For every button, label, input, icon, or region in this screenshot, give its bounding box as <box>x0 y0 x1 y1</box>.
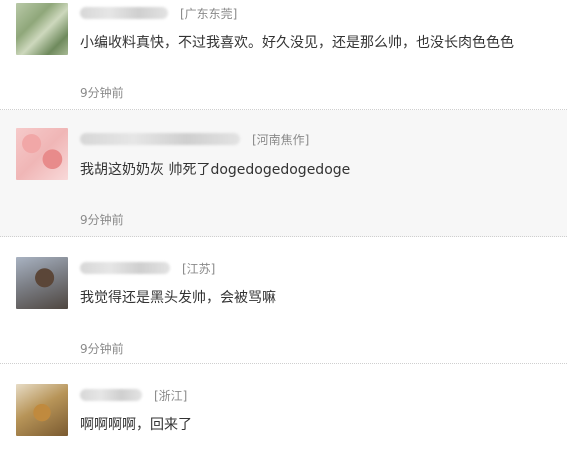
username-blurred[interactable] <box>80 262 170 274</box>
comment-time: 9分钟前 <box>80 86 124 100</box>
comment-item: [河南焦作] 我胡这奶奶灰 帅死了dogedogedogedoge 9分钟前 <box>0 110 567 237</box>
username-blurred[interactable] <box>80 133 240 145</box>
avatar[interactable] <box>16 128 68 180</box>
comment-text: 我胡这奶奶灰 帅死了dogedogedogedoge <box>80 162 351 178</box>
comment-time: 9分钟前 <box>80 213 124 227</box>
comment-text: 小编收料真快，不过我喜欢。好久没见，还是那么帅，也没长肉色色色 <box>80 35 514 51</box>
comment-header: [浙江] <box>80 387 187 403</box>
user-location: [浙江] <box>154 388 188 403</box>
comment-header: [江苏] <box>80 260 215 276</box>
comment-header: [广东东莞] <box>80 5 237 21</box>
comment-item: [江苏] 我觉得还是黑头发帅，会被骂嘛 9分钟前 <box>0 237 567 364</box>
avatar[interactable] <box>16 3 68 55</box>
comment-item: [浙江] 啊啊啊啊，回来了 <box>0 364 567 460</box>
avatar[interactable] <box>16 257 68 309</box>
user-location: [广东东莞] <box>180 6 238 21</box>
comment-text: 啊啊啊啊，回来了 <box>80 417 192 433</box>
comment-header: [河南焦作] <box>80 131 309 147</box>
username-blurred[interactable] <box>80 389 142 401</box>
user-location: [河南焦作] <box>252 132 310 147</box>
comment-time: 9分钟前 <box>80 342 124 356</box>
comment-text: 我觉得还是黑头发帅，会被骂嘛 <box>80 290 276 306</box>
user-location: [江苏] <box>182 261 216 276</box>
comment-item: [广东东莞] 小编收料真快，不过我喜欢。好久没见，还是那么帅，也没长肉色色色 9… <box>0 0 567 110</box>
avatar[interactable] <box>16 384 68 436</box>
username-blurred[interactable] <box>80 7 168 19</box>
